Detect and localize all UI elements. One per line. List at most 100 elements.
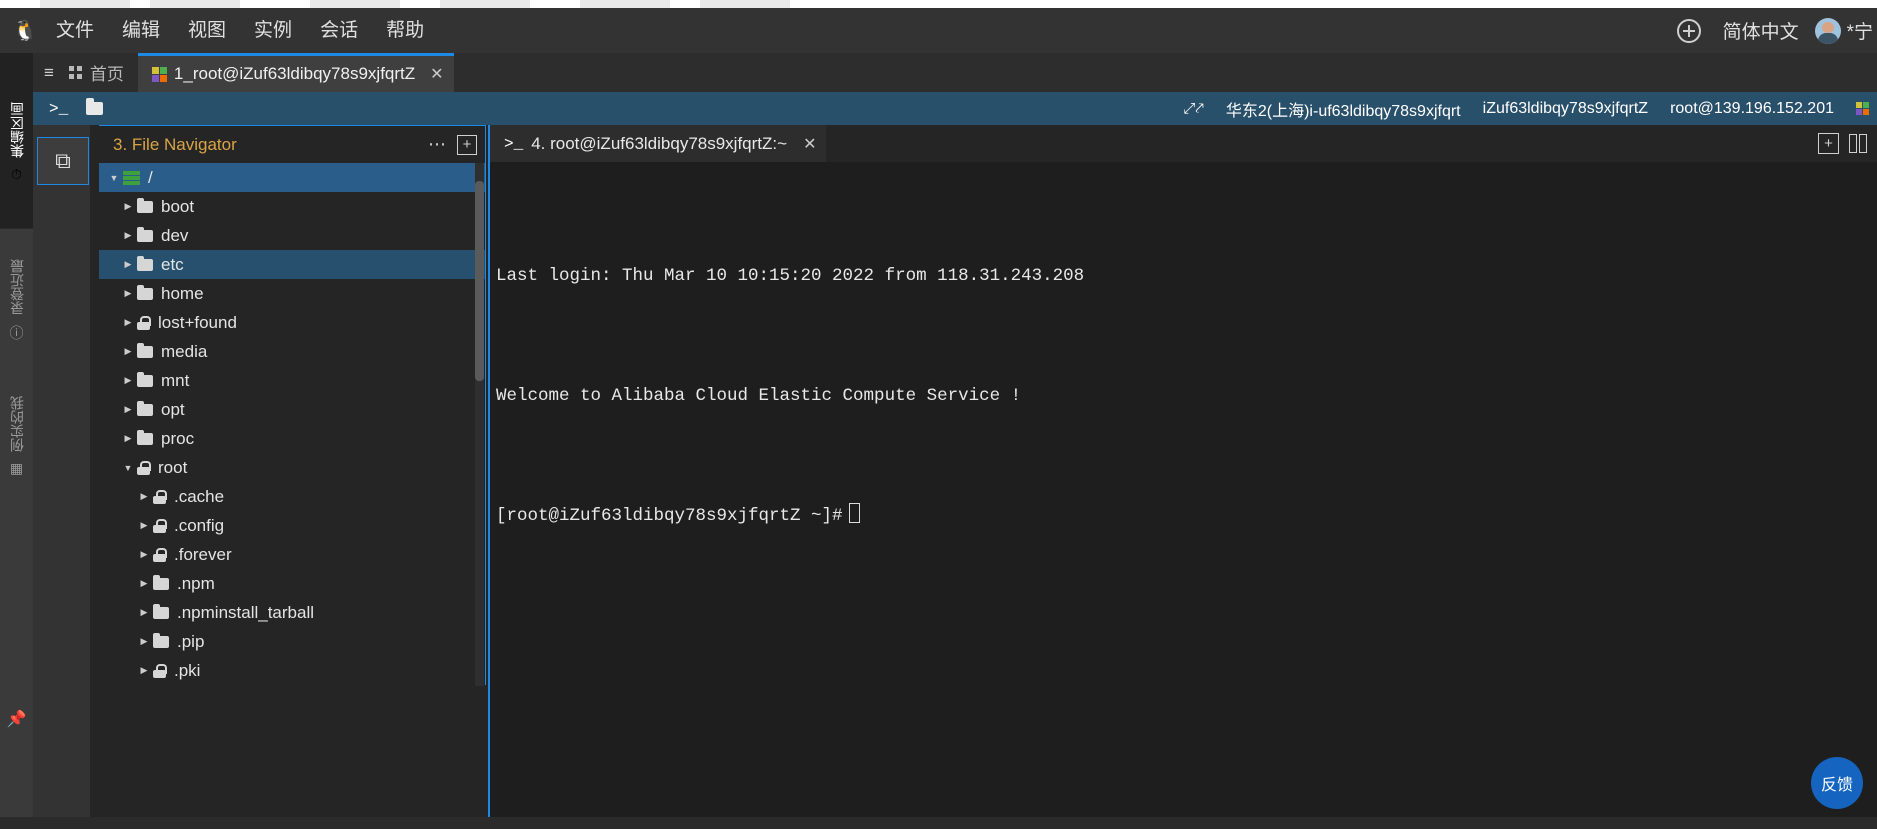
tab-terminal-session[interactable]: 1_root@iZuf63ldibqy78s9xjfqrtZ ✕: [137, 53, 454, 92]
browser-tab[interactable]: [40, 0, 130, 8]
terminal-prompt-icon[interactable]: >_: [49, 100, 68, 118]
rail-item-editor-area[interactable]: 集编区画 ⏱: [0, 53, 33, 228]
tree-scrollbar-thumb[interactable]: [475, 181, 484, 381]
tree-row[interactable]: ▶ .config: [99, 511, 485, 540]
expand-icon[interactable]: ⤢⤤: [1183, 100, 1203, 117]
twisty-right-icon[interactable]: ▶: [119, 346, 137, 357]
lock-icon: [153, 663, 167, 678]
twisty-right-icon[interactable]: ▶: [135, 665, 153, 676]
tab-terminal-label: 1_root@iZuf63ldibqy78s9xjfqrtZ: [173, 64, 416, 83]
terminal-tab[interactable]: >_ 4. root@iZuf63ldibqy78s9xjfqrtZ:~ ✕: [490, 125, 827, 162]
tree-row[interactable]: ▶ .pki: [99, 656, 485, 685]
close-icon[interactable]: ✕: [803, 134, 816, 154]
grid-icon: ▦: [9, 459, 24, 476]
browser-tab[interactable]: [310, 0, 400, 8]
tree-row[interactable]: ▶ home: [99, 279, 485, 308]
tree-row[interactable]: ▶ mnt: [99, 366, 485, 395]
tab-home[interactable]: 首页: [65, 53, 138, 92]
left-rail: 集编区画 ⏱ 录登近最 ⓘ 例实的我 ▦ 📌: [0, 53, 33, 829]
twisty-right-icon[interactable]: ▶: [119, 433, 137, 444]
tree-row[interactable]: ▶ .npminstall_tarball: [99, 598, 485, 627]
twisty-right-icon[interactable]: ▶: [119, 317, 137, 328]
folder-icon[interactable]: [86, 98, 104, 115]
server-icon: [123, 170, 140, 185]
tree-row[interactable]: ▶ .forever: [99, 540, 485, 569]
language-selector[interactable]: 简体中文: [1723, 17, 1799, 44]
twisty-right-icon[interactable]: ▶: [135, 636, 153, 647]
tree-row[interactable]: ▶ .npm: [99, 569, 485, 598]
menu-item-session[interactable]: 会话: [306, 8, 372, 53]
tree-row[interactable]: ▶ opt: [99, 395, 485, 424]
twisty-right-icon[interactable]: ▶: [135, 578, 153, 589]
clock-icon: ⓘ: [9, 325, 24, 341]
terminal-prompt-icon: >_: [504, 134, 524, 153]
tree-row-label: /: [148, 167, 153, 187]
tree-row[interactable]: ▶ .pip: [99, 627, 485, 656]
add-icon[interactable]: +: [457, 134, 477, 155]
tree-row[interactable]: ▶ etc: [99, 250, 485, 279]
folder-icon: [153, 603, 169, 619]
twisty-right-icon[interactable]: ▶: [119, 230, 137, 241]
copy-panes-icon[interactable]: ⧉: [37, 137, 89, 185]
close-icon[interactable]: ✕: [430, 64, 443, 84]
twisty-right-icon[interactable]: ▶: [119, 259, 137, 270]
session-info-right: ⤢⤤ 华东2(上海)i-uf63ldibqy78s9xjfqrt iZuf63l…: [1183, 97, 1877, 121]
menu-item-view[interactable]: 视图: [174, 8, 240, 53]
tree-row[interactable]: ▶ boot: [99, 192, 485, 221]
tree-row[interactable]: ▶ proc: [99, 424, 485, 453]
twisty-right-icon[interactable]: ▶: [119, 404, 137, 415]
user-name-label[interactable]: *宁: [1847, 17, 1873, 44]
pin-icon[interactable]: 📌: [0, 709, 33, 729]
rail-item-recent-logins[interactable]: 录登近最 ⓘ: [7, 229, 27, 369]
folder-icon: [137, 226, 153, 242]
tree-row[interactable]: ▶ dev: [99, 221, 485, 250]
twisty-right-icon[interactable]: ▶: [119, 375, 137, 386]
terminal-output[interactable]: Last login: Thu Mar 10 10:15:20 2022 fro…: [490, 162, 1877, 616]
browser-tab[interactable]: [700, 0, 790, 8]
browser-tab[interactable]: [580, 0, 670, 8]
tree-row[interactable]: ▼ /: [99, 163, 485, 192]
terminal-tab-actions: +: [1818, 133, 1877, 154]
twisty-down-icon[interactable]: ▼: [105, 173, 123, 183]
menu-bar: 🐧 文件 编辑 视图 实例 会话 帮助 简体中文 *宁: [0, 8, 1877, 53]
add-tab-icon[interactable]: +: [1818, 133, 1839, 154]
file-navigator-panel: 3. File Navigator ⋯ + ▼ / ▶ boot ▶ dev ▶…: [99, 125, 486, 686]
browser-tab[interactable]: [150, 0, 240, 8]
rail-item-my-instances[interactable]: 例实的我 ▦: [7, 369, 27, 499]
tree-row[interactable]: ▶ lost+found: [99, 308, 485, 337]
tree-row[interactable]: ▶ .cache: [99, 482, 485, 511]
twisty-down-icon[interactable]: ▼: [119, 463, 137, 473]
twisty-right-icon[interactable]: ▶: [135, 491, 153, 502]
file-tree[interactable]: ▼ / ▶ boot ▶ dev ▶ etc ▶ home ▶ lost+fou…: [99, 163, 485, 686]
folder-icon: [153, 632, 169, 648]
twisty-right-icon[interactable]: ▶: [135, 520, 153, 531]
menu-item-help[interactable]: 帮助: [372, 8, 438, 53]
menu-item-file[interactable]: 文件: [42, 8, 108, 53]
tree-row[interactable]: ▶ media: [99, 337, 485, 366]
history-add-icon: ⏱: [11, 166, 22, 182]
tree-row-label: proc: [161, 428, 195, 448]
twisty-right-icon[interactable]: ▶: [119, 201, 137, 212]
add-session-icon[interactable]: [1676, 18, 1701, 43]
twisty-right-icon[interactable]: ▶: [119, 288, 137, 299]
puzzle-icon: [1856, 102, 1869, 115]
connection-label: root@139.196.152.201: [1670, 99, 1834, 117]
terminal-prompt-line: [root@iZuf63ldibqy78s9xjfqrtZ ~]#: [496, 496, 1877, 536]
avatar-icon[interactable]: [1814, 17, 1841, 44]
more-options-icon[interactable]: ⋯: [418, 134, 457, 155]
collapse-panel-icon[interactable]: ≡: [33, 53, 65, 92]
folder-icon: [153, 574, 169, 590]
lock-icon: [153, 518, 167, 533]
menu-item-edit[interactable]: 编辑: [108, 8, 174, 53]
twisty-right-icon[interactable]: ▶: [135, 607, 153, 618]
region-label: 华东2(上海)i-uf63ldibqy78s9xjfqrt: [1225, 102, 1461, 120]
browser-tab[interactable]: [440, 0, 530, 8]
menu-item-instance[interactable]: 实例: [240, 8, 306, 53]
tree-row[interactable]: ▼ root: [99, 453, 485, 482]
split-pane-icon[interactable]: [1849, 134, 1867, 153]
lock-icon: [137, 315, 151, 330]
tree-row-label: .config: [174, 515, 225, 535]
feedback-button[interactable]: 反馈: [1811, 757, 1863, 809]
twisty-right-icon[interactable]: ▶: [135, 549, 153, 560]
instance-id-label: iZuf63ldibqy78s9xjfqrtZ: [1482, 99, 1649, 117]
